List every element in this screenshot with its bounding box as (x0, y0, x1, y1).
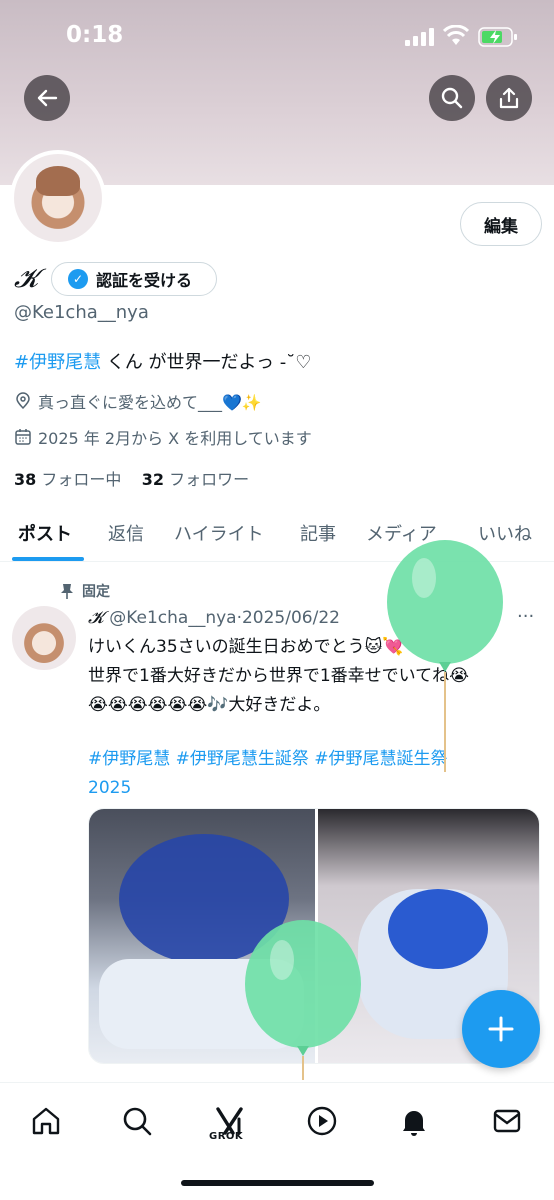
get-verified-label: 認証を受ける (96, 271, 193, 290)
bio-text: くん が世界一だよっ -˘♡ (101, 352, 312, 373)
tab-highlights[interactable]: ハイライト (174, 520, 264, 546)
nav-home[interactable] (26, 1101, 66, 1141)
pinned-label: 固定 (82, 584, 110, 600)
location-text: 真っ直ぐに愛を込めて___💙✨ (38, 393, 262, 412)
tab-articles[interactable]: 記事 (300, 520, 336, 546)
user-handle: @Ke1cha__nya (14, 302, 149, 323)
following-link[interactable]: 38 フォロー中 (14, 470, 121, 489)
following-label: フォロー中 (41, 470, 122, 489)
tab-posts[interactable]: ポスト (18, 520, 72, 546)
post-date[interactable]: 2025/06/22 (242, 608, 340, 628)
wifi-icon (443, 25, 469, 45)
profile-bio: #伊野尾慧 くん が世界一だよっ -˘♡ (14, 348, 311, 374)
following-count: 38 (14, 470, 37, 489)
post-header: 𝓚 @Ke1cha__nya·2025/06/22 (88, 608, 340, 628)
signal-icon (405, 28, 434, 46)
cake-topper (388, 889, 488, 969)
profile-avatar[interactable] (10, 150, 106, 246)
followers-count: 32 (141, 470, 164, 489)
location-pin-icon (16, 392, 30, 410)
back-button[interactable] (24, 75, 70, 121)
battery-icon (478, 27, 517, 47)
follow-stats: 38 フォロー中 32 フォロワー (14, 466, 249, 490)
grok-label: GROK (209, 1131, 244, 1142)
search-icon (441, 87, 463, 109)
get-verified-button[interactable]: ✓ 認証を受ける (51, 262, 217, 296)
active-tab-indicator (12, 557, 84, 561)
nav-messages[interactable] (487, 1101, 527, 1141)
joined-text: 2025 年 2月から X を利用しています (38, 429, 312, 448)
post-author-name[interactable]: 𝓚 (88, 608, 104, 628)
nav-video[interactable] (302, 1101, 342, 1141)
followers-link[interactable]: 32 フォロワー (142, 470, 249, 489)
post-more-button[interactable]: ··· (517, 606, 534, 627)
display-name: 𝓚 (14, 264, 39, 294)
nav-explore[interactable] (117, 1101, 157, 1141)
mail-icon (493, 1109, 521, 1133)
status-time: 0:18 (66, 22, 124, 48)
back-arrow-icon (37, 89, 58, 107)
search-button[interactable] (429, 75, 475, 121)
verified-badge-icon: ✓ (68, 269, 88, 289)
share-icon (499, 87, 519, 109)
home-indicator (181, 1180, 374, 1186)
bio-hashtag[interactable]: #伊野尾慧 (14, 352, 101, 373)
status-bar: 0:18 (0, 0, 554, 72)
plus-icon (488, 1016, 514, 1042)
bell-icon (403, 1111, 425, 1136)
search-icon (123, 1107, 152, 1136)
balloon-decoration-1 (387, 540, 503, 772)
profile-location: 真っ直ぐに愛を込めて___💙✨ (14, 389, 262, 413)
calendar-icon (15, 429, 31, 445)
balloon-decoration-2 (245, 920, 361, 1080)
post-author-handle[interactable]: @Ke1cha__nya (109, 608, 236, 628)
followers-label: フォロワー (169, 470, 250, 489)
video-play-icon (307, 1106, 337, 1136)
share-button[interactable] (486, 75, 532, 121)
edit-profile-button[interactable]: 編集 (460, 202, 542, 246)
post-author-avatar[interactable] (12, 606, 76, 670)
pinned-indicator: 固定 (60, 581, 110, 601)
compose-post-button[interactable] (462, 990, 540, 1068)
tab-replies[interactable]: 返信 (108, 520, 144, 546)
avatar-image (14, 154, 102, 242)
nav-notifications[interactable] (394, 1101, 434, 1141)
profile-joined-date: 2025 年 2月から X を利用しています (14, 425, 312, 449)
pin-icon (61, 584, 73, 599)
home-icon (32, 1107, 60, 1135)
hashtags-line-2[interactable]: 2025 (88, 774, 538, 803)
